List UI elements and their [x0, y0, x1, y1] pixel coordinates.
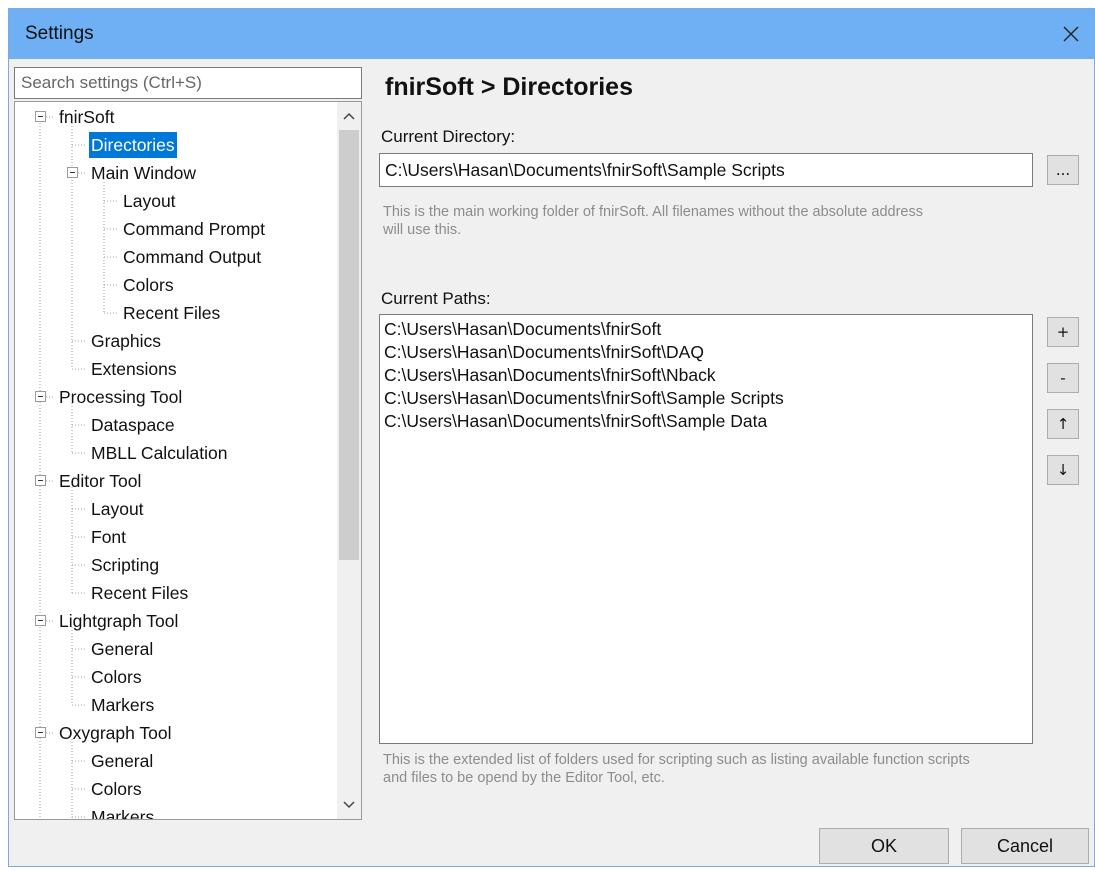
scroll-up-button[interactable]: [337, 104, 361, 128]
collapse-toggle-icon[interactable]: [35, 111, 46, 122]
tree-scrollbar[interactable]: [337, 102, 361, 819]
path-list-item[interactable]: C:\Users\Hasan\Documents\fnirSoft: [384, 318, 1028, 341]
page-title: fnirSoft > Directories: [385, 73, 633, 101]
path-list-item[interactable]: C:\Users\Hasan\Documents\fnirSoft\Sample…: [384, 387, 1028, 410]
ok-button[interactable]: OK: [819, 828, 949, 864]
cancel-button[interactable]: Cancel: [961, 828, 1089, 864]
tree-item-command-prompt[interactable]: Command Prompt: [121, 216, 267, 242]
path-list-item[interactable]: C:\Users\Hasan\Documents\fnirSoft\DAQ: [384, 341, 1028, 364]
current-directory-hint: This is the main working folder of fnirS…: [383, 204, 923, 238]
tree-item-mbll-calculation[interactable]: MBLL Calculation: [89, 440, 230, 466]
tree-item-fnirsoft[interactable]: fnirSoft: [57, 104, 116, 130]
tree-item-general[interactable]: General: [89, 748, 155, 774]
tree-item-general[interactable]: General: [89, 636, 155, 662]
tree-item-markers[interactable]: Markers: [89, 692, 156, 718]
settings-window: Settings fnirSoftDirectoriesMain WindowL…: [8, 8, 1095, 867]
current-directory-field[interactable]: [379, 153, 1033, 187]
tree-item-editor-tool[interactable]: Editor Tool: [57, 468, 143, 494]
tree-item-dataspace[interactable]: Dataspace: [89, 412, 177, 438]
scroll-down-button[interactable]: [337, 793, 361, 817]
search-input[interactable]: [15, 68, 361, 98]
tree-item-scripting[interactable]: Scripting: [89, 552, 161, 578]
current-directory-input[interactable]: [380, 154, 1032, 186]
tree-item-colors[interactable]: Colors: [121, 272, 176, 298]
tree-item-processing-tool[interactable]: Processing Tool: [57, 384, 184, 410]
tree-item-directories[interactable]: Directories: [89, 132, 177, 158]
tree-item-main-window[interactable]: Main Window: [89, 160, 198, 186]
move-path-down-button[interactable]: ↓: [1047, 455, 1079, 485]
move-path-up-button[interactable]: ↑: [1047, 409, 1079, 439]
close-icon: [1063, 26, 1079, 42]
add-path-button[interactable]: +: [1047, 317, 1079, 347]
tree-item-command-output[interactable]: Command Output: [121, 244, 263, 270]
tree-item-recent-files[interactable]: Recent Files: [89, 580, 190, 606]
current-paths-hint: This is the extended list of folders use…: [383, 752, 970, 786]
title-bar: Settings: [9, 9, 1094, 59]
tree-item-layout[interactable]: Layout: [89, 496, 146, 522]
tree-item-graphics[interactable]: Graphics: [89, 328, 163, 354]
tree-item-recent-files[interactable]: Recent Files: [121, 300, 222, 326]
tree-item-markers[interactable]: Markers: [89, 804, 156, 819]
tree-item-oxygraph-tool[interactable]: Oxygraph Tool: [57, 720, 174, 746]
current-paths-list[interactable]: C:\Users\Hasan\Documents\fnirSoft C:\User…: [379, 314, 1033, 744]
collapse-toggle-icon[interactable]: [35, 615, 46, 626]
remove-path-button[interactable]: -: [1047, 363, 1079, 393]
tree-item-layout[interactable]: Layout: [121, 188, 178, 214]
tree-item-colors[interactable]: Colors: [89, 664, 144, 690]
tree-item-font[interactable]: Font: [89, 524, 128, 550]
path-list-item[interactable]: C:\Users\Hasan\Documents\fnirSoft\Nback: [384, 364, 1028, 387]
tree-item-colors[interactable]: Colors: [89, 776, 144, 802]
current-directory-label: Current Directory:: [381, 127, 516, 146]
window-title: Settings: [25, 23, 94, 44]
current-paths-label: Current Paths:: [381, 289, 491, 308]
collapse-toggle-icon[interactable]: [35, 391, 46, 402]
collapse-toggle-icon[interactable]: [35, 727, 46, 738]
path-list-item[interactable]: C:\Users\Hasan\Documents\fnirSoft\Sample…: [384, 410, 1028, 433]
close-button[interactable]: [1048, 9, 1094, 59]
tree-item-extensions[interactable]: Extensions: [89, 356, 179, 382]
tree-item-lightgraph-tool[interactable]: Lightgraph Tool: [57, 608, 180, 634]
chevron-down-icon: [343, 801, 355, 809]
chevron-up-icon: [343, 112, 355, 120]
browse-directory-button[interactable]: ...: [1047, 155, 1079, 185]
scroll-thumb[interactable]: [339, 130, 359, 560]
collapse-toggle-icon[interactable]: [35, 475, 46, 486]
search-box[interactable]: [14, 67, 362, 99]
settings-tree: fnirSoft Directories Main Window Layout Comm…: [14, 101, 362, 820]
collapse-toggle-icon[interactable]: [67, 167, 78, 178]
